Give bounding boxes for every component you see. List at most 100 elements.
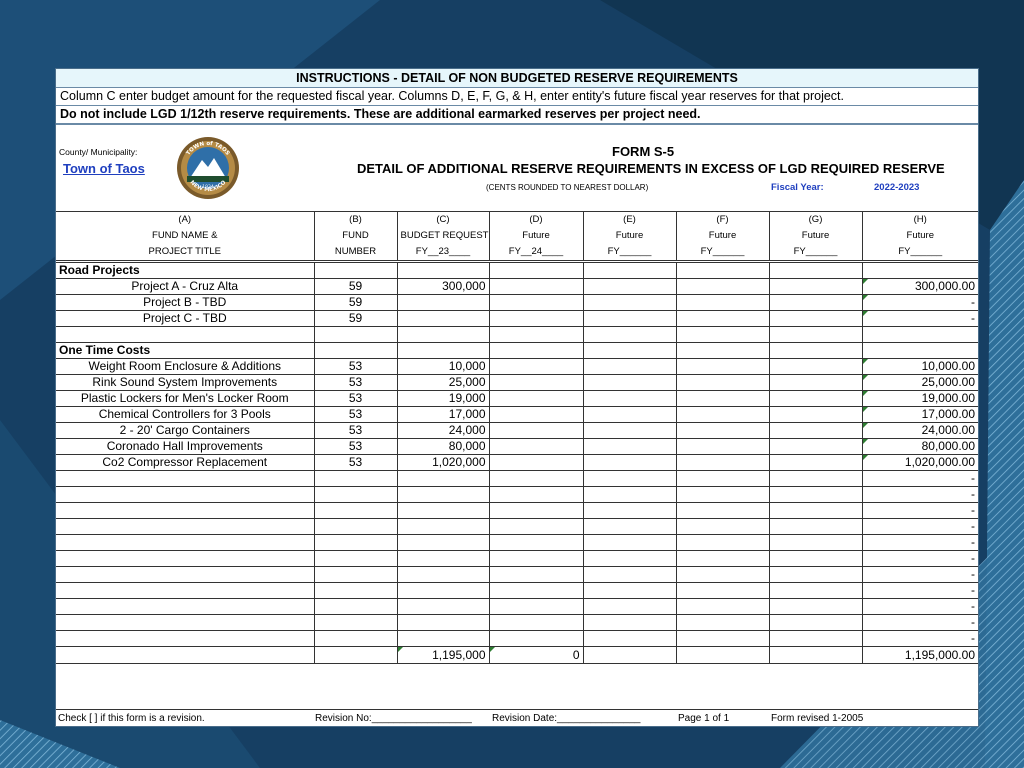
future-g-cell[interactable] xyxy=(768,278,863,295)
future-f-cell[interactable] xyxy=(675,374,770,391)
future-d-cell[interactable] xyxy=(488,406,584,423)
future-g-cell[interactable] xyxy=(768,326,863,343)
future-e-cell[interactable] xyxy=(582,326,677,343)
future-f-cell[interactable] xyxy=(675,582,770,599)
budget-request-cell[interactable]: 300,000 xyxy=(396,278,490,295)
future-e-cell[interactable] xyxy=(582,278,677,295)
future-d-cell[interactable] xyxy=(488,598,584,615)
project-title-cell[interactable] xyxy=(56,566,315,583)
future-e-cell[interactable] xyxy=(582,261,677,279)
fund-number-cell[interactable] xyxy=(313,486,398,503)
future-e-cell[interactable] xyxy=(582,374,677,391)
project-title-cell[interactable] xyxy=(56,534,315,551)
project-title-cell[interactable]: Rink Sound System Improvements xyxy=(56,374,315,391)
budget-request-cell[interactable] xyxy=(396,502,490,519)
future-f-cell[interactable] xyxy=(675,294,770,311)
future-f-cell[interactable] xyxy=(675,566,770,583)
budget-request-cell[interactable] xyxy=(396,470,490,487)
future-g-cell[interactable] xyxy=(768,534,863,551)
fund-number-cell[interactable] xyxy=(313,470,398,487)
future-e-cell[interactable] xyxy=(582,550,677,567)
future-f-cell[interactable] xyxy=(675,406,770,423)
future-e-cell[interactable] xyxy=(582,566,677,583)
fund-number-cell[interactable] xyxy=(313,614,398,631)
fund-number-cell[interactable]: 53 xyxy=(313,374,398,391)
future-f-cell[interactable] xyxy=(675,486,770,503)
future-e-cell[interactable] xyxy=(582,598,677,615)
future-f-cell[interactable] xyxy=(675,454,770,471)
future-e-cell[interactable] xyxy=(582,358,677,375)
budget-request-cell[interactable] xyxy=(396,614,490,631)
budget-request-cell[interactable]: 25,000 xyxy=(396,374,490,391)
budget-request-cell[interactable] xyxy=(396,486,490,503)
fund-number-cell[interactable]: 53 xyxy=(313,422,398,439)
future-e-cell[interactable] xyxy=(582,342,677,359)
future-d-cell[interactable] xyxy=(488,374,584,391)
future-e-cell[interactable] xyxy=(582,294,677,311)
future-f-cell[interactable] xyxy=(675,358,770,375)
future-d-cell[interactable] xyxy=(488,534,584,551)
fund-number-cell[interactable]: 59 xyxy=(313,278,398,295)
future-f-cell[interactable] xyxy=(675,502,770,519)
future-g-cell[interactable] xyxy=(768,406,863,423)
future-e-cell[interactable] xyxy=(582,486,677,503)
future-f-cell[interactable] xyxy=(675,534,770,551)
budget-request-cell[interactable] xyxy=(396,326,490,343)
project-title-cell[interactable] xyxy=(56,486,315,503)
future-d-cell[interactable] xyxy=(488,614,584,631)
future-g-cell[interactable] xyxy=(768,630,863,647)
budget-request-cell[interactable]: 1,020,000 xyxy=(396,454,490,471)
fund-number-cell[interactable] xyxy=(313,261,398,279)
future-f-cell[interactable] xyxy=(675,550,770,567)
future-g-cell[interactable] xyxy=(768,294,863,311)
future-e-cell[interactable] xyxy=(582,582,677,599)
future-f-cell[interactable] xyxy=(675,310,770,327)
project-title-cell[interactable] xyxy=(56,550,315,567)
future-g-cell[interactable] xyxy=(768,582,863,599)
project-title-cell[interactable] xyxy=(56,518,315,535)
future-d-cell[interactable] xyxy=(488,438,584,455)
future-e-cell[interactable] xyxy=(582,518,677,535)
project-title-cell[interactable]: 2 - 20' Cargo Containers xyxy=(56,422,315,439)
future-g-cell[interactable] xyxy=(768,550,863,567)
future-d-cell[interactable] xyxy=(488,470,584,487)
fund-number-cell[interactable] xyxy=(313,502,398,519)
future-d-cell[interactable] xyxy=(488,422,584,439)
future-e-cell[interactable] xyxy=(582,502,677,519)
future-d-cell[interactable] xyxy=(488,294,584,311)
future-g-cell[interactable] xyxy=(768,502,863,519)
future-e-cell[interactable] xyxy=(582,534,677,551)
project-title-cell[interactable] xyxy=(56,326,315,343)
project-title-cell[interactable]: Co2 Compressor Replacement xyxy=(56,454,315,471)
future-g-cell[interactable] xyxy=(768,310,863,327)
future-d-cell[interactable] xyxy=(488,358,584,375)
future-d-cell[interactable] xyxy=(488,550,584,567)
future-g-cell[interactable] xyxy=(768,614,863,631)
budget-request-cell[interactable] xyxy=(396,550,490,567)
future-f-cell[interactable] xyxy=(675,630,770,647)
future-g-cell[interactable] xyxy=(768,454,863,471)
future-f-cell[interactable] xyxy=(675,278,770,295)
budget-request-cell[interactable] xyxy=(396,566,490,583)
future-f-cell[interactable] xyxy=(675,470,770,487)
budget-request-cell[interactable]: 19,000 xyxy=(396,390,490,407)
future-g-cell[interactable] xyxy=(768,518,863,535)
future-g-cell[interactable] xyxy=(768,390,863,407)
fund-number-cell[interactable] xyxy=(313,342,398,359)
future-g-cell[interactable] xyxy=(768,438,863,455)
project-title-cell[interactable] xyxy=(56,502,315,519)
fund-number-cell[interactable]: 53 xyxy=(313,454,398,471)
budget-request-cell[interactable] xyxy=(396,342,490,359)
future-g-cell[interactable] xyxy=(768,598,863,615)
future-d-cell[interactable] xyxy=(488,630,584,647)
future-f-cell[interactable] xyxy=(675,261,770,279)
fund-number-cell[interactable]: 53 xyxy=(313,406,398,423)
future-g-cell[interactable] xyxy=(768,261,863,279)
future-e-cell[interactable] xyxy=(582,438,677,455)
future-e-cell[interactable] xyxy=(582,422,677,439)
budget-request-cell[interactable]: 80,000 xyxy=(396,438,490,455)
fund-number-cell[interactable] xyxy=(313,598,398,615)
fund-number-cell[interactable] xyxy=(313,550,398,567)
future-e-cell[interactable] xyxy=(582,470,677,487)
project-title-cell[interactable] xyxy=(56,598,315,615)
